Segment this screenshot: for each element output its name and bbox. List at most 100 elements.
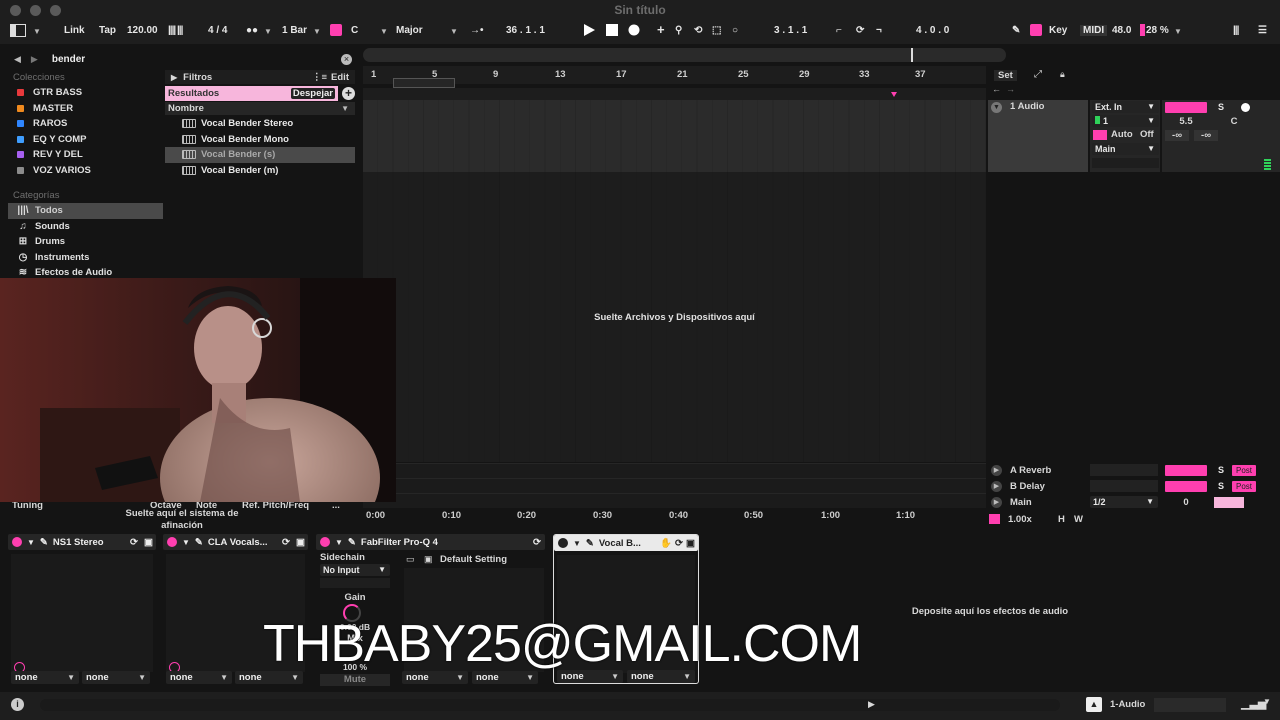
zoom-value[interactable]: 1.00x [1008, 514, 1032, 525]
key-map-label[interactable]: Key [1049, 25, 1067, 36]
w-button[interactable]: W [1074, 514, 1083, 525]
output-sub-select[interactable] [1092, 158, 1159, 168]
folder-icon[interactable]: ▭ [406, 554, 415, 565]
scale-mode-button[interactable] [330, 24, 342, 36]
return-a-post[interactable]: Post [1232, 465, 1256, 476]
collection-item[interactable]: RAROS [8, 116, 163, 132]
browser-toggle-icon[interactable] [10, 24, 26, 40]
preset-name[interactable]: Default Setting [440, 554, 507, 565]
fold-icon[interactable]: ▼ [991, 102, 1002, 113]
list-item[interactable]: Vocal Bender Mono [165, 132, 355, 148]
eject-icon[interactable]: ▲ [1086, 697, 1102, 712]
chevron-down-icon[interactable]: ▼ [182, 538, 190, 547]
input-type-select[interactable]: Ext. In ▼ [1092, 101, 1159, 113]
overdub-icon[interactable]: + [657, 22, 665, 37]
refresh-icon[interactable]: ⟳ [130, 537, 138, 548]
menu-icon[interactable]: ☰ [1258, 25, 1267, 36]
return-a-solo[interactable]: S [1214, 465, 1228, 476]
clear-search-icon[interactable]: × [341, 53, 352, 65]
record-icon[interactable] [628, 24, 640, 39]
loop-brace[interactable] [393, 78, 455, 88]
list-item[interactable]: Vocal Bender Stereo [165, 116, 355, 132]
play-icon[interactable] [583, 23, 596, 40]
search-input[interactable]: bender [52, 54, 341, 65]
tempo-field[interactable]: 120.00 [127, 25, 158, 36]
sidechain-sub-select[interactable] [320, 578, 390, 588]
time-signature-field[interactable]: 4 / 4 [208, 25, 227, 36]
set-button[interactable]: Set [994, 70, 1017, 81]
mute-button[interactable]: Mute [320, 674, 390, 686]
return-a-name[interactable]: A Reverb [1010, 465, 1051, 476]
sort-icon[interactable]: ▼ [341, 104, 349, 113]
chevron-down-icon[interactable]: ▼ [1263, 697, 1271, 706]
add-filter-icon[interactable]: + [342, 87, 355, 100]
follow-icon[interactable]: →• [470, 25, 484, 36]
chevron-down-icon[interactable]: ▼ [380, 27, 388, 36]
audio-track-lane[interactable] [363, 100, 986, 172]
return-b-name[interactable]: B Delay [1010, 481, 1045, 492]
save-preset-icon[interactable]: ▣ [424, 554, 433, 565]
wrench-icon[interactable]: ✎ [195, 537, 203, 548]
loop-start-field[interactable]: 3 . 1 . 1 [774, 25, 807, 36]
return-b-solo[interactable]: S [1214, 481, 1228, 492]
automation-arm-icon[interactable]: ⚲ [675, 25, 682, 36]
midi-map-button[interactable]: MIDI [1080, 25, 1108, 36]
return-a-activator[interactable] [1165, 465, 1207, 476]
device-ns1[interactable]: ▼ ✎ NS1 Stereo ⟳ ▣ none ▼ none ▼ [8, 534, 156, 684]
loop-toggle-icon[interactable]: ⟳ [856, 25, 864, 36]
send-a-value[interactable]: -∞ [1165, 130, 1189, 141]
metronome-bars-icon[interactable]: |||| ||| [168, 25, 183, 36]
output-select[interactable]: none ▼ [82, 671, 150, 684]
collection-item[interactable]: REV Y DEL [8, 147, 163, 163]
hand-icon[interactable]: ✋ [660, 538, 672, 549]
input-select[interactable]: none ▼ [166, 671, 232, 684]
device-header[interactable]: ▼ ✎ Vocal B... ✋ ⟳ ▣ [554, 535, 698, 551]
wrench-icon[interactable]: ✎ [586, 538, 594, 549]
track-name[interactable]: 1 Audio [1010, 101, 1044, 112]
filter-edit-icon[interactable]: ⋮≡ [312, 72, 327, 83]
main-row[interactable]: ▶ Main 1/2 ▼ 0 [988, 495, 1280, 510]
h-button[interactable]: H [1058, 514, 1065, 525]
loop-length-field[interactable]: 4 . 0 . 0 [916, 25, 949, 36]
list-item[interactable]: Vocal Bender (m) [165, 163, 355, 179]
forward-arrow-icon[interactable]: → [1006, 84, 1015, 94]
device-header[interactable]: ▼ ✎ CLA Vocals... ⟳ ▣ [163, 534, 308, 550]
link-button[interactable]: Link [64, 25, 85, 36]
track-header[interactable]: ▼ 1 Audio [988, 100, 1088, 172]
refresh-icon[interactable]: ⟳ [675, 538, 683, 549]
pencil-icon[interactable]: ✎ [1012, 25, 1020, 36]
play-icon[interactable]: ▶ [868, 699, 875, 710]
punch-out-icon[interactable]: ¬ [876, 25, 882, 36]
stop-icon[interactable] [606, 24, 618, 39]
record-arm-icon[interactable] [1241, 103, 1250, 112]
monitor-off-button[interactable]: Off [1140, 129, 1154, 140]
save-preset-icon[interactable]: ▣ [296, 537, 305, 548]
quantize-select[interactable]: 1 Bar [282, 25, 307, 36]
clear-results-button[interactable]: Despejar [290, 88, 335, 99]
capture-icon[interactable]: ⬚ [712, 25, 721, 36]
fold-icon[interactable]: ▶ [991, 497, 1002, 508]
info-icon[interactable]: i [11, 698, 24, 711]
chevron-down-icon[interactable]: ▼ [33, 27, 41, 36]
main-track-name[interactable]: Main [1010, 497, 1032, 508]
chevron-down-icon[interactable]: ▼ [335, 538, 343, 547]
main-pan-slider[interactable] [1214, 497, 1244, 508]
lock-icon[interactable]: 🔒︎ [1060, 69, 1065, 80]
refresh-icon[interactable]: ⟳ [282, 537, 290, 548]
main-volume-value[interactable]: 0 [1165, 497, 1207, 508]
play-icon[interactable]: ▶ [171, 73, 177, 82]
filters-toggle[interactable]: Filtros [183, 72, 312, 83]
collection-item[interactable]: EQ Y COMP [8, 132, 163, 148]
metronome-icon[interactable]: ●● [246, 25, 258, 36]
monitor-in-button[interactable] [1093, 130, 1107, 140]
chevron-down-icon[interactable]: ▼ [27, 538, 35, 547]
category-sounds[interactable]: ♫ Sounds [8, 219, 163, 235]
return-b-post[interactable]: Post [1232, 481, 1256, 492]
power-icon[interactable] [558, 538, 568, 548]
output-select[interactable]: Main ▼ [1092, 143, 1159, 155]
bar-ruler[interactable]: 1 5 9 13 17 21 25 29 33 37 [363, 66, 986, 84]
filters-edit-button[interactable]: Edit [331, 72, 349, 83]
arrangement-overview-scroll[interactable] [363, 48, 1006, 62]
chevron-down-icon[interactable]: ▼ [1174, 27, 1182, 36]
track-activator-button[interactable] [1165, 102, 1207, 113]
